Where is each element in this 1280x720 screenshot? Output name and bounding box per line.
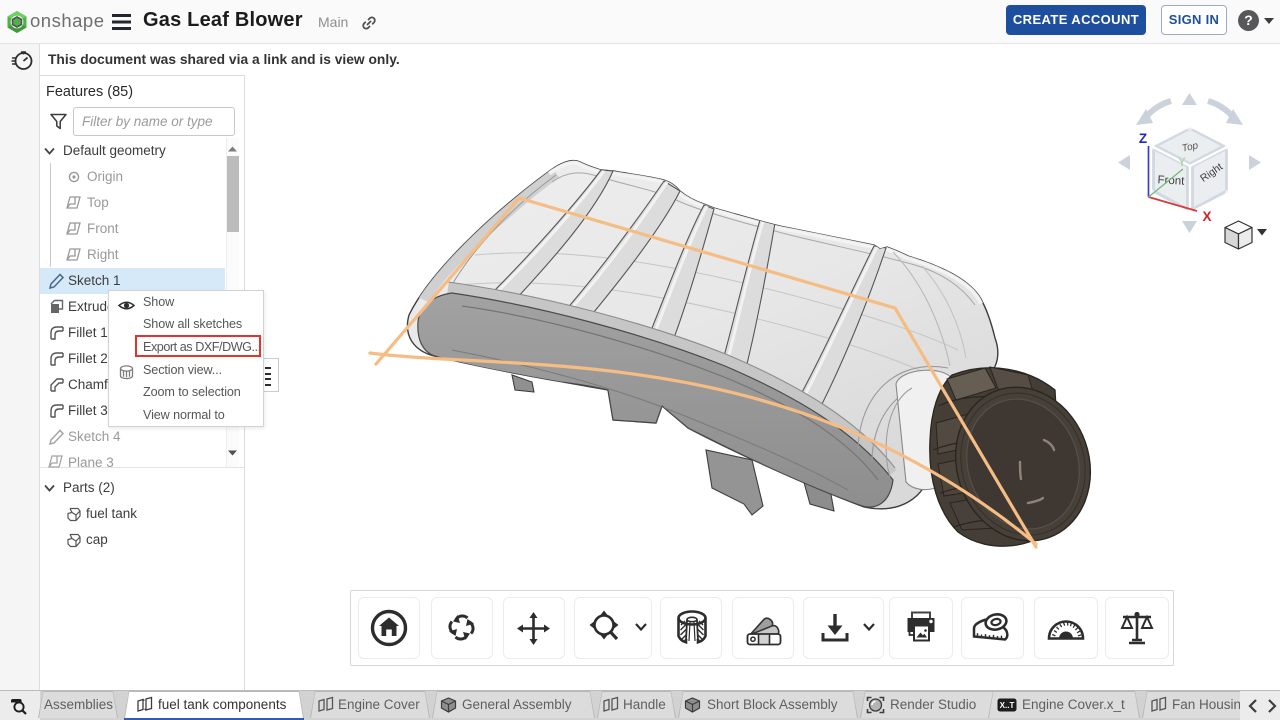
- svg-text:Z: Z: [1139, 131, 1147, 146]
- svg-text:Y: Y: [1178, 157, 1186, 169]
- svg-text:X..T: X..T: [1000, 701, 1015, 710]
- svg-text:X: X: [1202, 209, 1211, 224]
